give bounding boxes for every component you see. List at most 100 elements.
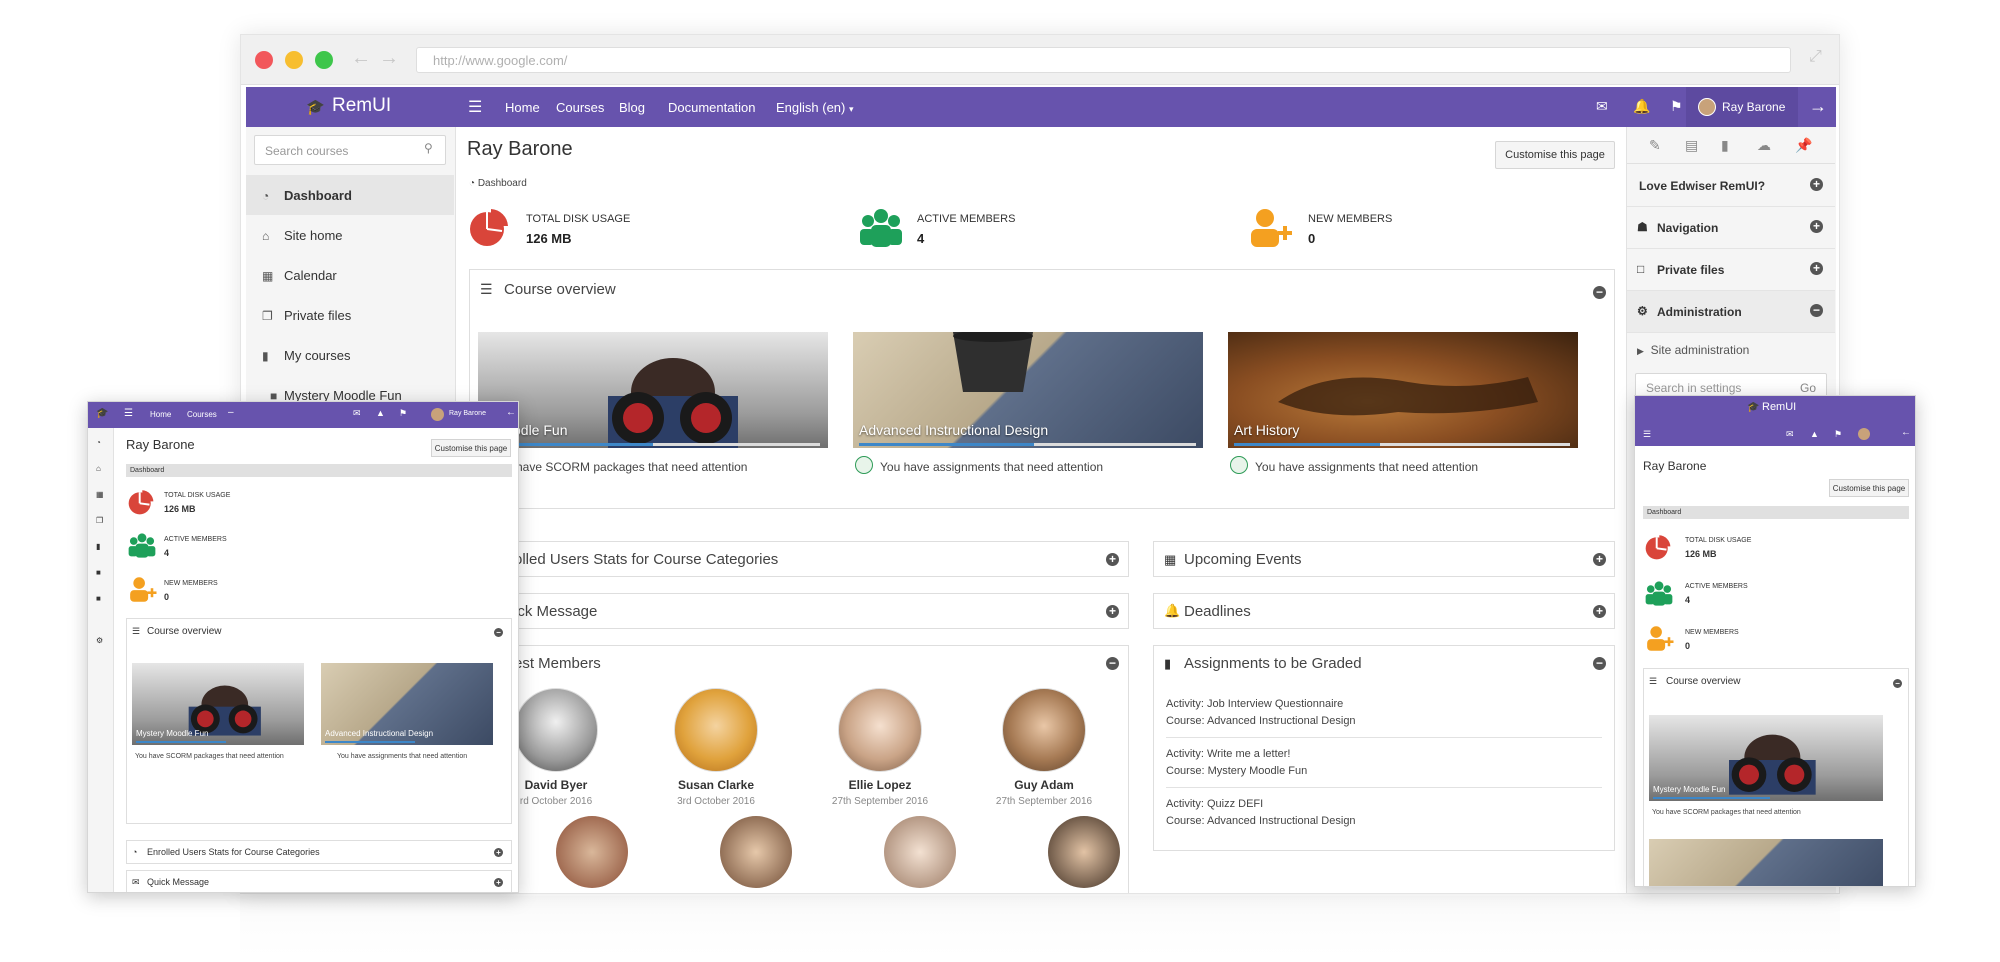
hamburger-icon[interactable]: ☰ — [468, 97, 482, 117]
course-alert[interactable]: You have assignments that need attention — [1255, 460, 1478, 474]
mobile-course-card[interactable]: Mystery Moodle Fun — [1649, 715, 1883, 801]
member-card[interactable]: Ellie Lopez 27th September 2016 — [830, 688, 930, 807]
home-icon[interactable]: ⌂ — [96, 464, 101, 473]
back-arrow-icon[interactable]: ← — [351, 47, 371, 70]
brush-icon[interactable]: ✎ — [1649, 137, 1661, 154]
minus-circle-icon[interactable]: − — [1893, 679, 1902, 688]
assignment-activity[interactable]: Activity: Write me a letter! — [1166, 748, 1291, 760]
minus-circle-icon[interactable]: − — [1810, 304, 1823, 317]
gear-icon[interactable]: ⚙ — [96, 636, 103, 645]
pin-icon[interactable]: 📌 — [1795, 137, 1812, 154]
close-window-dot[interactable] — [255, 51, 273, 69]
customise-page-button[interactable]: Customise this page — [1495, 141, 1615, 169]
member-card[interactable]: David Byer rd October 2016 — [506, 688, 606, 807]
hamburger-icon[interactable]: ☰ — [124, 408, 133, 419]
flag-icon[interactable]: ⚑ — [1834, 429, 1842, 440]
avatar[interactable] — [1858, 428, 1870, 440]
minus-circle-icon[interactable]: − — [1593, 657, 1606, 670]
language-menu[interactable]: English (en) ▾ — [776, 100, 854, 115]
mobile-customise-button[interactable]: Customise this page — [1829, 479, 1909, 497]
course-card-art-history[interactable]: Art History — [1228, 332, 1578, 448]
tablet-nav-courses[interactable]: Courses — [187, 410, 217, 419]
assignment-activity[interactable]: Activity: Quizz DEFI — [1166, 798, 1263, 810]
plus-circle-icon[interactable]: + — [1810, 262, 1823, 275]
plus-circle-icon[interactable]: + — [1810, 178, 1823, 191]
tablet-breadcrumb[interactable]: Dashboard — [126, 464, 512, 477]
member-photo[interactable] — [1048, 816, 1120, 888]
bell-icon[interactable]: 🔔 — [1633, 98, 1650, 115]
nav-courses[interactable]: Courses — [556, 100, 604, 115]
assignment-course[interactable]: Course: Advanced Instructional Design — [1166, 815, 1356, 827]
envelope-icon[interactable]: ✉ — [1596, 98, 1608, 115]
nav-blog[interactable]: Blog — [619, 100, 645, 115]
course-card-advanced[interactable]: Advanced Instructional Design — [853, 332, 1203, 448]
course-alert[interactable]: u have SCORM packages that need attentio… — [506, 460, 747, 474]
tablet-customise-button[interactable]: Customise this page — [431, 439, 511, 457]
arrow-left-icon[interactable]: ← — [506, 407, 516, 418]
block-love-edwiser[interactable]: Love Edwiser RemUI? + — [1627, 165, 1835, 207]
course-alert[interactable]: You have assignments that need attention — [337, 753, 467, 760]
member-photo[interactable] — [884, 816, 956, 888]
nav-home[interactable]: Home — [505, 100, 540, 115]
mobile-course-card[interactable] — [1649, 839, 1883, 886]
plus-circle-icon[interactable]: + — [1106, 553, 1119, 566]
tablet-user-name[interactable]: Ray Barone — [449, 410, 486, 417]
tablet-quick-message-card[interactable]: ✉ Quick Message + — [126, 870, 512, 892]
minus-circle-icon[interactable]: − — [1593, 286, 1606, 299]
flag-icon[interactable]: ⚑ — [1670, 98, 1683, 115]
brand-logo[interactable]: RemUI — [332, 95, 391, 117]
nav-documentation[interactable]: Documentation — [668, 100, 755, 115]
arrow-right-icon[interactable]: → — [1809, 96, 1827, 117]
plus-circle-icon[interactable]: + — [1593, 605, 1606, 618]
minus-circle-icon[interactable]: − — [1106, 657, 1119, 670]
sidebar-item-calendar[interactable]: ▦ Calendar — [246, 255, 454, 295]
fullscreen-icon[interactable]: ⤢ — [1809, 48, 1822, 66]
block-administration[interactable]: ⚙ Administration − — [1627, 291, 1835, 333]
plus-circle-icon[interactable]: + — [1106, 605, 1119, 618]
book-icon[interactable]: ▮ — [1721, 137, 1729, 154]
course-alert[interactable]: You have SCORM packages that need attent… — [1652, 809, 1801, 816]
block-navigation[interactable]: ☗ Navigation + — [1627, 207, 1835, 249]
minus-icon[interactable]: – — [228, 407, 234, 418]
plus-circle-icon[interactable]: + — [1810, 220, 1823, 233]
url-bar[interactable]: http://www.google.com/ — [416, 47, 1791, 73]
member-photo[interactable] — [720, 816, 792, 888]
tablet-course-card[interactable]: Mystery Moodle Fun — [132, 663, 304, 745]
sidebar-item-private-files[interactable]: ❐ Private files — [246, 295, 454, 335]
tablet-nav-home[interactable]: Home — [150, 410, 171, 419]
upcoming-events-card[interactable]: ▦ Upcoming Events + — [1153, 541, 1615, 577]
bell-icon[interactable]: ▲ — [376, 408, 385, 418]
course-alert[interactable]: You have SCORM packages that need attent… — [135, 753, 285, 760]
user-menu[interactable]: Ray Barone — [1686, 87, 1798, 127]
flag-icon[interactable]: ⚑ — [399, 408, 407, 419]
envelope-icon[interactable]: ✉ — [1786, 429, 1794, 440]
plus-circle-icon[interactable]: + — [494, 848, 503, 857]
files-icon[interactable]: ❐ — [96, 516, 103, 525]
sidebar-item-site-home[interactable]: ⌂ Site home — [246, 215, 454, 255]
member-card[interactable]: Susan Clarke 3rd October 2016 — [666, 688, 766, 807]
envelope-icon[interactable]: ✉ — [353, 408, 361, 419]
hamburger-icon[interactable]: ☰ — [1643, 429, 1651, 440]
book-icon[interactable]: ▮ — [96, 542, 100, 551]
bell-icon[interactable]: ▲ — [1810, 429, 1819, 439]
plus-circle-icon[interactable]: + — [494, 878, 503, 887]
quick-message-card[interactable]: ick Message + — [469, 593, 1129, 629]
dashboard-icon[interactable]: ◔ — [96, 438, 101, 447]
member-card[interactable]: Guy Adam 27th September 2016 — [994, 688, 1094, 807]
assignment-course[interactable]: Course: Mystery Moodle Fun — [1166, 765, 1307, 777]
member-photo[interactable] — [556, 816, 628, 888]
minimize-window-dot[interactable] — [285, 51, 303, 69]
maximize-window-dot[interactable] — [315, 51, 333, 69]
search-courses-input[interactable]: Search courses — [254, 135, 446, 165]
block-private-files[interactable]: □ Private files + — [1627, 249, 1835, 291]
comments-icon[interactable]: ☁ — [1757, 137, 1771, 154]
assignment-course[interactable]: Course: Advanced Instructional Design — [1166, 715, 1356, 727]
assignment-activity[interactable]: Activity: Job Interview Questionnaire — [1166, 698, 1343, 710]
search-icon[interactable]: ⚲ — [424, 141, 433, 155]
deadlines-card[interactable]: 🔔 Deadlines + — [1153, 593, 1615, 629]
minus-circle-icon[interactable]: − — [494, 628, 503, 637]
sidebar-item-my-courses[interactable]: ▮ My courses — [246, 335, 454, 375]
calendar-icon[interactable]: ▦ — [96, 490, 104, 499]
document-icon[interactable]: ▤ — [1685, 137, 1698, 154]
site-administration-link[interactable]: ▶ Site administration — [1637, 343, 1749, 357]
